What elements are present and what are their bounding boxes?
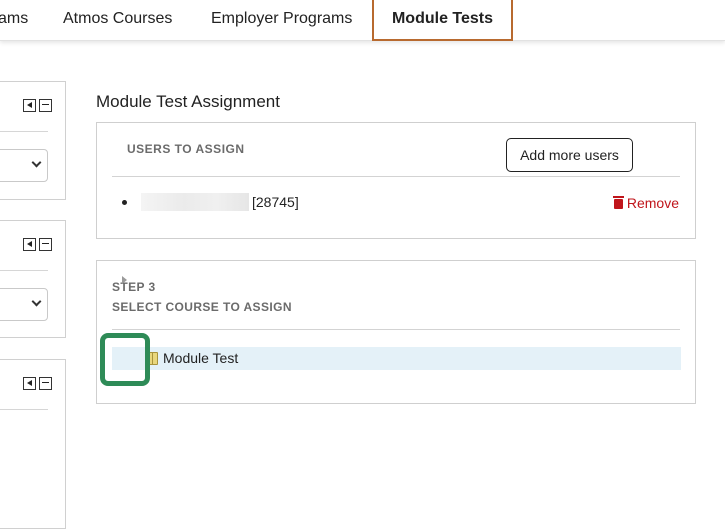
divider (112, 329, 680, 330)
tab-atmos-courses[interactable]: Atmos Courses (63, 0, 172, 39)
left-panel-3 (0, 359, 66, 529)
user-id: [28745] (252, 194, 299, 210)
minimize-icon[interactable] (39, 377, 52, 390)
tab-employer-programs[interactable]: Employer Programs (211, 0, 352, 39)
users-to-assign-card: USERS TO ASSIGN Add more users [28745] R… (96, 122, 696, 239)
collapse-left-icon[interactable] (23, 377, 36, 390)
panel-controls (23, 377, 52, 390)
divider (0, 131, 48, 132)
select-course-card: STEP 3 SELECT COURSE TO ASSIGN Module Te… (96, 260, 696, 404)
chevron-down-icon (31, 157, 42, 168)
panel-select[interactable] (0, 149, 48, 182)
tree-item-module-test[interactable]: Module Test (112, 347, 681, 370)
page-title: Module Test Assignment (96, 92, 280, 111)
tab-programs[interactable]: ams (0, 0, 28, 39)
select-course-label: SELECT COURSE TO ASSIGN (112, 300, 292, 314)
divider (0, 270, 48, 271)
panel-controls (23, 238, 52, 251)
divider (112, 176, 680, 177)
trash-icon (612, 196, 624, 209)
expand-arrow-icon[interactable] (117, 273, 131, 287)
left-panel-2 (0, 220, 66, 338)
list-item: [28745] Remove (119, 193, 679, 213)
add-more-users-button[interactable]: Add more users (506, 138, 633, 172)
book-icon (149, 352, 158, 365)
course-label: Module Test (163, 350, 239, 366)
collapse-left-icon[interactable] (23, 99, 36, 112)
panel-select[interactable] (0, 288, 48, 321)
collapse-left-icon[interactable] (23, 238, 36, 251)
divider (0, 409, 48, 410)
top-nav: ams Atmos Courses Employer Programs Modu… (0, 0, 725, 41)
minimize-icon[interactable] (39, 238, 52, 251)
tab-module-tests[interactable]: Module Tests (372, 0, 513, 41)
minimize-icon[interactable] (39, 99, 52, 112)
redacted-user-name (141, 193, 249, 211)
bullet (122, 200, 127, 205)
remove-user-link[interactable]: Remove (612, 195, 679, 211)
chevron-down-icon (31, 296, 42, 307)
panel-controls (23, 99, 52, 112)
remove-label: Remove (626, 195, 679, 211)
left-panel-1 (0, 81, 66, 200)
users-header: USERS TO ASSIGN (127, 142, 245, 156)
